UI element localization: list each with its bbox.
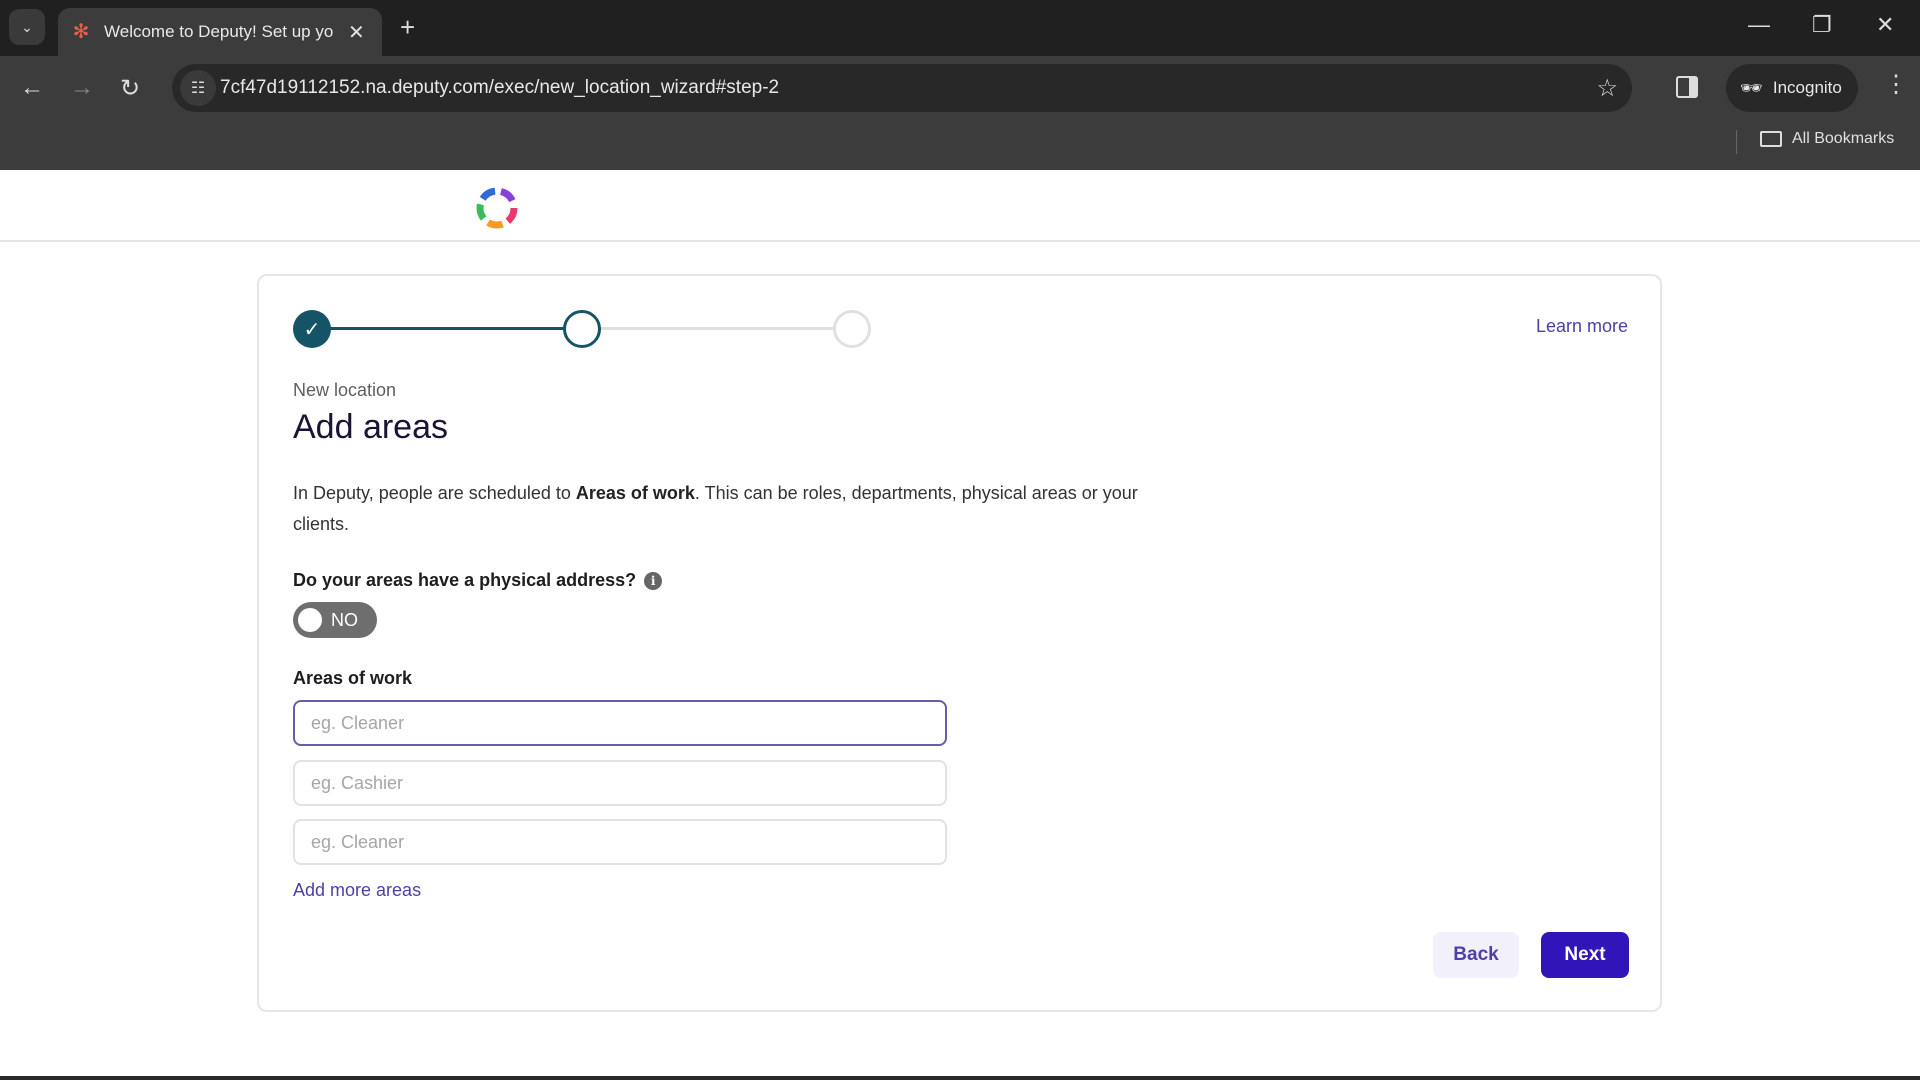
- tab-list-button[interactable]: ⌄: [9, 9, 45, 45]
- tune-icon: ☷: [190, 80, 206, 97]
- incognito-label: Incognito: [1772, 78, 1842, 97]
- physical-address-toggle[interactable]: NO: [293, 602, 377, 638]
- bookmark-star-icon[interactable]: ☆: [1596, 74, 1618, 103]
- folder-icon: [1760, 131, 1782, 147]
- reload-icon[interactable]: ↻: [120, 74, 140, 103]
- areas-of-work-label: Areas of work: [293, 668, 413, 688]
- bottom-scrollbar-strip: [0, 1076, 1920, 1080]
- browser-toolbar: ← → ↻ ☷ 7cf47d19112152.na.deputy.com/exe…: [0, 56, 1920, 120]
- address-bar[interactable]: ☷ 7cf47d19112152.na.deputy.com/exec/new_…: [172, 64, 1632, 112]
- toggle-knob: [298, 608, 322, 632]
- site-info-icon[interactable]: ☷: [180, 70, 216, 106]
- all-bookmarks-button[interactable]: All Bookmarks: [1760, 130, 1894, 148]
- area-input-1[interactable]: [293, 700, 947, 746]
- step-1-completed: ✓: [293, 310, 331, 348]
- description: In Deputy, people are scheduled to Areas…: [293, 478, 1153, 540]
- next-button[interactable]: Next: [1541, 932, 1629, 978]
- stepper-remaining-line: [599, 327, 837, 330]
- chevron-down-icon: ⌄: [21, 18, 33, 35]
- incognito-indicator[interactable]: 🕶 Incognito: [1726, 64, 1858, 112]
- back-button[interactable]: Back: [1433, 932, 1519, 978]
- forward-arrow-icon[interactable]: →: [70, 74, 94, 102]
- more-vertical-icon[interactable]: ⋮: [1884, 70, 1908, 99]
- page-eyebrow: New location: [293, 380, 397, 400]
- browser-tab-bar: ⌄ ✻ Welcome to Deputy! Set up you ✕ + — …: [0, 0, 1920, 56]
- wizard-stepper: ✓: [293, 310, 873, 350]
- step-2-current: [563, 310, 601, 348]
- back-arrow-icon[interactable]: ←: [20, 74, 44, 102]
- physical-address-label: Do your areas have a physical address?: [293, 570, 637, 590]
- page-title: Add areas: [293, 408, 448, 446]
- all-bookmarks-label: All Bookmarks: [1792, 130, 1895, 147]
- add-more-areas-link[interactable]: Add more areas: [293, 880, 421, 901]
- url-text[interactable]: 7cf47d19112152.na.deputy.com/exec/new_lo…: [220, 77, 779, 99]
- check-icon: ✓: [303, 318, 321, 341]
- deputy-favicon-icon: ✻: [72, 21, 90, 43]
- deputy-logo-icon[interactable]: [472, 184, 522, 230]
- area-input-2[interactable]: [293, 760, 947, 806]
- close-tab-icon[interactable]: ✕: [348, 20, 365, 45]
- bookmarks-divider: [1736, 130, 1737, 154]
- wizard-card: ✓ Learn more New location Add areas In D…: [257, 274, 1662, 1012]
- description-text: In Deputy, people are scheduled to: [293, 483, 576, 503]
- minimize-icon[interactable]: —: [1748, 12, 1770, 38]
- toggle-label: NO: [331, 610, 358, 630]
- bookmarks-bar: All Bookmarks: [0, 120, 1920, 170]
- incognito-icon: 🕶: [1740, 77, 1763, 98]
- restore-icon[interactable]: ❐: [1812, 12, 1832, 38]
- step-3-upcoming: [833, 310, 871, 348]
- learn-more-link[interactable]: Learn more: [1536, 316, 1628, 337]
- stepper-progress-line: [329, 327, 567, 330]
- description-emphasis: Areas of work: [575, 483, 695, 503]
- physical-address-question: Do your areas have a physical address? i: [293, 570, 663, 591]
- area-input-3[interactable]: [293, 819, 947, 865]
- tab-title: Welcome to Deputy! Set up you: [104, 22, 334, 41]
- side-panel-icon[interactable]: [1676, 76, 1698, 98]
- browser-tab[interactable]: ✻ Welcome to Deputy! Set up you ✕: [58, 8, 382, 56]
- page-header: [0, 170, 1920, 242]
- info-icon[interactable]: i: [644, 571, 663, 590]
- new-tab-button[interactable]: +: [400, 12, 415, 43]
- window-close-icon[interactable]: ✕: [1876, 12, 1894, 38]
